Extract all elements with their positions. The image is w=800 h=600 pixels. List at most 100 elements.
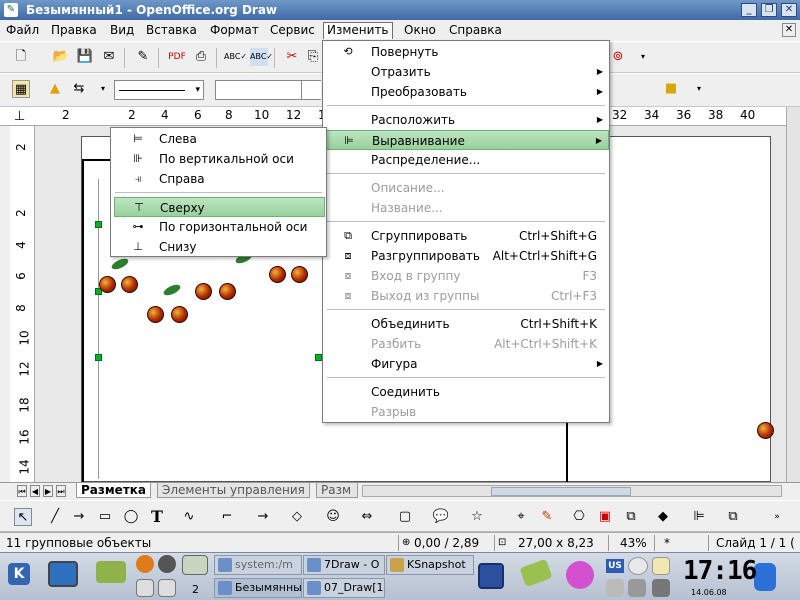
align-middle-item[interactable]: ⊶ По горизонтальной оси — [111, 217, 326, 237]
ksnapshot-icon[interactable] — [182, 555, 208, 575]
new-document-icon[interactable]: 🗋 — [12, 48, 30, 66]
vertical-scrollbar[interactable] — [786, 107, 800, 482]
help-icon[interactable]: ⊚ — [609, 48, 627, 66]
notes-icon[interactable] — [652, 557, 670, 575]
zoom-level[interactable]: 43% — [620, 535, 647, 551]
task-bezymyannyi[interactable]: Безымянны — [214, 578, 302, 598]
draw-app-icon[interactable]: ✎ — [4, 3, 18, 17]
arrow-style-icon[interactable]: ⇆ — [70, 80, 88, 98]
menu-item-arrange[interactable]: Расположить ▶ — [323, 110, 609, 130]
maximize-button[interactable]: ❐ — [761, 3, 777, 17]
menu-file[interactable]: Файл — [4, 22, 41, 39]
minimize-button[interactable]: _ — [741, 3, 757, 17]
open-icon[interactable]: 📂 — [52, 48, 70, 66]
menu-item-alignment[interactable]: ⊫ Выравнивание ▶ — [323, 130, 609, 150]
volume-icon[interactable] — [652, 579, 670, 597]
arrow-line-icon[interactable]: → — [70, 508, 88, 526]
align-left-item[interactable]: ⊨ Слева — [111, 129, 326, 149]
clock-time[interactable]: 17:16 — [683, 556, 757, 586]
block-arrows-icon[interactable]: ⇔ — [358, 508, 376, 526]
points-icon[interactable]: ⌖ — [512, 508, 530, 526]
lines-arrows-icon[interactable]: → — [254, 508, 272, 526]
alignment-icon[interactable]: ⊫ — [690, 508, 708, 526]
arrow-dropdown-icon[interactable]: ▾ — [94, 80, 112, 98]
symbol-shapes-icon[interactable]: ☺ — [324, 508, 342, 526]
selection-handle[interactable] — [95, 354, 102, 361]
align-right-item[interactable]: ⫣ Справа — [111, 169, 326, 189]
toolbar-options-icon[interactable]: ▾ — [690, 80, 708, 98]
align-center-item[interactable]: ⊪ По вертикальной оси — [111, 149, 326, 169]
connector-icon[interactable]: ⌐ — [218, 508, 236, 526]
shadow-icon[interactable]: ■ — [662, 80, 680, 98]
menu-item-distribution[interactable]: Распределение... — [323, 150, 609, 170]
control-center-icon[interactable] — [96, 561, 126, 583]
align-bottom-item[interactable]: ⊥ Снизу — [111, 237, 326, 257]
first-tab-icon[interactable]: ⏮ — [17, 485, 27, 497]
office-writer-icon[interactable] — [136, 579, 154, 597]
kde-menu-icon[interactable]: K — [8, 563, 30, 585]
task-7draw[interactable]: 7Draw - O — [303, 555, 385, 575]
tab-controls[interactable]: Элементы управления — [157, 483, 310, 498]
stars-icon[interactable]: ☆ — [468, 508, 486, 526]
last-tab-icon[interactable]: ⏭ — [56, 485, 66, 497]
thunderbird-icon[interactable] — [158, 555, 176, 573]
tab-layout[interactable]: Разметка — [76, 483, 152, 498]
callouts-icon[interactable]: 💬 — [432, 508, 450, 526]
task-system[interactable]: system:/m — [214, 555, 302, 575]
flowchart-icon[interactable]: ▢ — [396, 508, 414, 526]
select-arrow-icon[interactable]: ↖ — [14, 508, 32, 526]
curve-icon[interactable]: ∿ — [180, 508, 198, 526]
extrusion-icon[interactable]: ⧉ — [622, 508, 640, 526]
network-icon[interactable] — [606, 579, 624, 597]
toolbar-overflow-icon[interactable]: » — [768, 508, 786, 526]
line-width-field[interactable] — [215, 80, 305, 100]
show-desktop-icon[interactable] — [48, 561, 78, 587]
keyboard-layout-indicator[interactable]: US — [606, 559, 624, 573]
line-icon[interactable]: ╱ — [46, 508, 64, 526]
trash-icon[interactable] — [754, 563, 776, 591]
menu-item-connect[interactable]: Соединить — [323, 382, 609, 402]
tab-stop-icon[interactable]: ⊥ — [14, 109, 25, 124]
menu-window[interactable]: Окно — [402, 22, 438, 39]
prev-tab-icon[interactable]: ◀ — [30, 485, 40, 497]
menu-item-exit-group[interactable]: ⧇ Выход из группы Ctrl+F3 — [323, 286, 609, 306]
menu-item-shapes[interactable]: Фигура ▶ — [323, 354, 609, 374]
rectangle-icon[interactable]: ▭ — [96, 508, 114, 526]
task-07draw[interactable]: 07_Draw[1 — [303, 578, 385, 598]
styles-icon[interactable]: ▦ — [12, 80, 30, 98]
gallery-icon[interactable]: ▣ — [596, 508, 614, 526]
save-disk-icon[interactable] — [478, 563, 504, 589]
selection-handle[interactable] — [315, 354, 322, 361]
firefox-icon[interactable] — [136, 555, 154, 573]
menu-item-ungroup[interactable]: ⧈ Разгруппировать Alt+Ctrl+Shift+G — [323, 246, 609, 266]
close-button[interactable]: ✕ — [781, 3, 797, 17]
copy-icon[interactable]: ⎘ — [304, 48, 322, 66]
menu-item-description[interactable]: Описание... — [323, 178, 609, 198]
edit-file-icon[interactable]: ✎ — [134, 48, 152, 66]
line-color-select[interactable] — [301, 80, 321, 100]
menu-item-split[interactable]: Разбить Alt+Ctrl+Shift+K — [323, 334, 609, 354]
menu-tools[interactable]: Сервис — [268, 22, 317, 39]
align-top-item[interactable]: ⊤ Сверху — [114, 197, 325, 217]
menu-item-group[interactable]: ⧉ Сгруппировать Ctrl+Shift+G — [323, 226, 609, 246]
tab-dimension[interactable]: Разм — [316, 483, 358, 498]
print-icon[interactable]: ⎙ — [192, 48, 210, 66]
cd-player-icon[interactable] — [566, 561, 594, 589]
export-pdf-icon[interactable]: PDF — [168, 48, 186, 66]
office-calc-icon[interactable] — [158, 579, 176, 597]
email-icon[interactable]: ✉ — [100, 48, 118, 66]
menu-item-convert[interactable]: Преобразовать ▶ — [323, 82, 609, 102]
from-file-icon[interactable]: ⎔ — [570, 508, 588, 526]
selection-handle[interactable] — [95, 221, 102, 228]
printer-icon[interactable] — [628, 579, 646, 597]
save-icon[interactable]: 💾 — [76, 48, 94, 66]
menu-item-combine[interactable]: Объединить Ctrl+Shift+K — [323, 314, 609, 334]
next-tab-icon[interactable]: ▶ — [43, 485, 53, 497]
close-document-icon[interactable]: ✕ — [782, 23, 796, 37]
eraser-icon[interactable] — [519, 558, 553, 588]
menu-item-enter-group[interactable]: ⧇ Вход в группу F3 — [323, 266, 609, 286]
arrange-icon[interactable]: ⧉ — [724, 508, 742, 526]
line-style-select[interactable]: ▾ — [114, 80, 204, 100]
style-fill-icon[interactable]: ▲ — [46, 80, 64, 98]
ellipse-icon[interactable]: ◯ — [122, 508, 140, 526]
